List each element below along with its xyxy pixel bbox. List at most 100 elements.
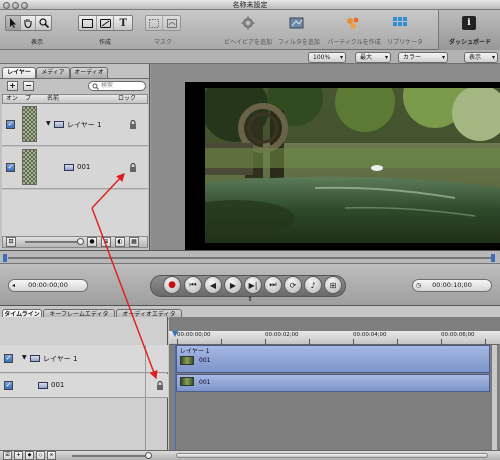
zoom-level-popup[interactable]: 100% ▾ bbox=[308, 52, 346, 63]
filter-icon[interactable] bbox=[288, 15, 306, 31]
view-popup[interactable]: 表示 ▾ bbox=[464, 52, 498, 63]
layers-column-header: オン プ 名前 ロック bbox=[2, 94, 148, 104]
stepper-icon: ◂ bbox=[12, 282, 16, 289]
timeline-horizontal-scrollbar[interactable] bbox=[176, 453, 488, 458]
mask-bezier-icon[interactable] bbox=[163, 16, 180, 30]
replicator-label: リプリケータ bbox=[386, 39, 423, 46]
channel-popup[interactable]: カラー ▾ bbox=[398, 52, 448, 63]
tab-audio[interactable]: オーディオ bbox=[70, 67, 108, 78]
timeline-vertical-scrollbar[interactable] bbox=[491, 345, 497, 450]
lock-column-divider bbox=[145, 345, 146, 450]
timeline-enable-checkbox[interactable]: ✓ bbox=[4, 354, 13, 363]
zoom-icon[interactable] bbox=[36, 16, 51, 30]
lock-icon[interactable] bbox=[129, 120, 137, 129]
minimize-window-button[interactable] bbox=[12, 2, 19, 9]
lock-icon[interactable] bbox=[129, 163, 137, 172]
layer-name[interactable]: 001 bbox=[77, 163, 90, 171]
layer-row-clip[interactable]: ✓ 001 bbox=[2, 147, 148, 189]
clip-thumbnail bbox=[180, 377, 194, 386]
go-to-start-button[interactable]: ⏮ bbox=[184, 276, 202, 294]
volume-button[interactable]: ⊞ bbox=[324, 276, 342, 294]
group-icon[interactable]: ⊡ bbox=[3, 451, 12, 460]
thumbnail-size-slider[interactable] bbox=[25, 241, 81, 243]
replicator-icon[interactable] bbox=[391, 15, 409, 31]
go-to-end-button[interactable]: ⏭ bbox=[264, 276, 282, 294]
ruler-label: 00:00:00;00 bbox=[177, 332, 211, 338]
lock-icon[interactable] bbox=[156, 381, 164, 390]
link-icon[interactable]: ∞ bbox=[47, 451, 56, 460]
arrow-select-icon[interactable] bbox=[6, 16, 21, 30]
mini-timeline[interactable] bbox=[0, 250, 500, 264]
loop-button[interactable]: ⟳ bbox=[284, 276, 302, 294]
duration-value: 00:00:10;00 bbox=[432, 281, 472, 289]
timeline-footer: ⊡ + ◆ ◇ ∞ bbox=[0, 450, 500, 460]
transport-handle-icon[interactable]: ⇕ bbox=[245, 296, 255, 303]
mask-view-icon[interactable]: ◐ bbox=[115, 237, 125, 247]
timeline-layer-name[interactable]: 001 bbox=[51, 381, 64, 389]
behavior-gear-icon[interactable] bbox=[239, 15, 257, 31]
ruler-label: 00:00:06;00 bbox=[441, 332, 475, 338]
window-title-bar: 名称未設定 bbox=[0, 0, 500, 10]
list-view-icon[interactable]: ≡ bbox=[101, 237, 111, 247]
timeline-layer-name[interactable]: レイヤー 1 bbox=[43, 354, 77, 364]
timeline-enable-checkbox[interactable]: ✓ bbox=[4, 381, 13, 390]
layer-name[interactable]: レイヤー 1 bbox=[67, 120, 101, 130]
video-preview-image[interactable] bbox=[205, 88, 500, 243]
timeline-ruler[interactable]: 00:00:00;00 00:00:02;00 00:00:04;00 00:0… bbox=[169, 331, 500, 345]
rectangle-icon[interactable] bbox=[79, 16, 97, 30]
current-time-field[interactable]: ◂ 00:00:00;00 bbox=[8, 279, 88, 292]
ellipse-icon[interactable] bbox=[97, 16, 115, 30]
clip-track-bar[interactable]: 001 bbox=[176, 374, 490, 392]
audio-button[interactable]: ♪ bbox=[304, 276, 322, 294]
layer-row-group[interactable]: ✓ ▼ レイヤー 1 bbox=[2, 104, 148, 146]
snap-icon[interactable]: ◆ bbox=[25, 451, 34, 460]
group-icon[interactable]: ⊡ bbox=[6, 237, 16, 247]
mask-label: マスク bbox=[153, 39, 172, 46]
add-layer-button[interactable]: + bbox=[7, 81, 18, 91]
column-name: 名前 bbox=[47, 95, 60, 102]
display-label: 表示 bbox=[30, 39, 43, 46]
add-icon[interactable]: + bbox=[14, 451, 23, 460]
group-track-bar[interactable]: レイヤー 1 001 bbox=[176, 345, 490, 373]
channel-value: カラー bbox=[403, 54, 422, 61]
slider-thumb[interactable] bbox=[77, 238, 84, 245]
clip-track-label: 001 bbox=[199, 379, 211, 386]
close-window-button[interactable] bbox=[3, 2, 10, 9]
keyframe-icon[interactable]: ◇ bbox=[36, 451, 45, 460]
tab-divider bbox=[0, 78, 150, 79]
next-frame-button[interactable]: ▶| bbox=[244, 276, 262, 294]
particles-icon[interactable] bbox=[344, 15, 362, 31]
mini-timeline-out-marker[interactable] bbox=[491, 254, 495, 262]
remove-layer-button[interactable]: − bbox=[23, 81, 34, 91]
search-input[interactable]: 検索 bbox=[88, 81, 146, 91]
disclosure-triangle-icon[interactable]: ▼ bbox=[46, 120, 51, 127]
text-icon[interactable]: T bbox=[114, 16, 132, 30]
grid-view-icon[interactable]: ▦ bbox=[129, 237, 139, 247]
zoom-window-button[interactable] bbox=[21, 2, 28, 9]
mini-timeline-playhead[interactable] bbox=[3, 254, 7, 262]
dashboard-button[interactable]: i ダッシュボード bbox=[438, 10, 500, 50]
zoom-slider[interactable] bbox=[72, 455, 150, 457]
layer-enable-checkbox[interactable]: ✓ bbox=[6, 163, 15, 172]
record-button[interactable]: ● bbox=[163, 276, 181, 294]
hand-icon[interactable] bbox=[21, 16, 36, 30]
clock-icon: ◷ bbox=[416, 282, 422, 289]
play-button[interactable]: ▶ bbox=[224, 276, 242, 294]
mask-rect-icon[interactable] bbox=[146, 16, 164, 30]
mask-tools-group bbox=[145, 15, 181, 31]
previous-frame-button[interactable]: ◀ bbox=[204, 276, 222, 294]
person-icon[interactable]: ● bbox=[87, 237, 97, 247]
timeline-layer-list: ✓ ▼ レイヤー 1 ✓ 001 bbox=[0, 317, 168, 450]
tab-layers[interactable]: レイヤー bbox=[2, 67, 36, 78]
layer-enable-checkbox[interactable]: ✓ bbox=[6, 120, 15, 129]
current-time-value: 00:00:00;00 bbox=[28, 281, 68, 289]
zoom-slider-thumb[interactable] bbox=[145, 452, 152, 459]
chevron-down-icon: ▾ bbox=[491, 54, 495, 61]
timeline-row-group[interactable]: ✓ ▼ レイヤー 1 bbox=[0, 345, 168, 373]
timeline-row-clip[interactable]: ✓ 001 bbox=[0, 374, 168, 398]
duration-field[interactable]: ◷ 00:00:10;00 bbox=[412, 279, 492, 292]
disclosure-triangle-icon[interactable]: ▼ bbox=[22, 354, 27, 361]
tab-media[interactable]: メディア bbox=[36, 67, 70, 78]
quality-popup[interactable]: 最大 ▾ bbox=[355, 52, 391, 63]
group-clip-bar[interactable]: 001 bbox=[177, 354, 489, 373]
